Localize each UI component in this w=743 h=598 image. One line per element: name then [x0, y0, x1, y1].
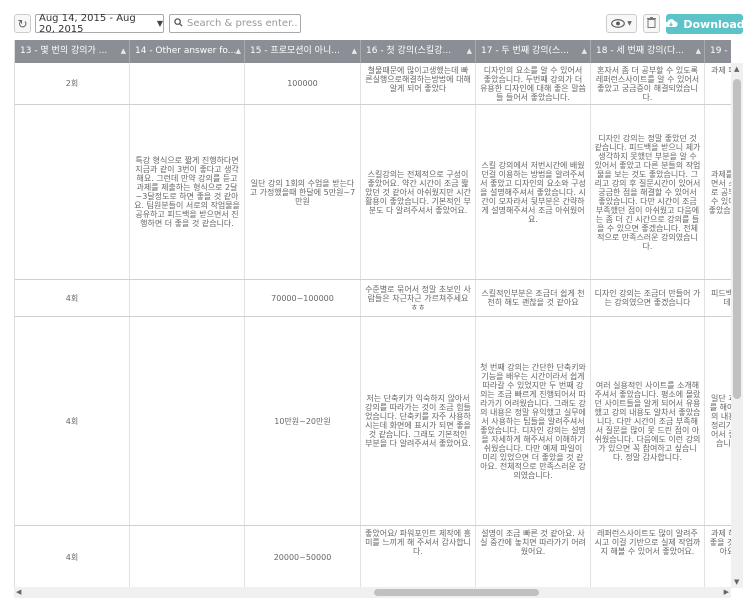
scroll-left-icon[interactable]: ◀	[16, 588, 21, 596]
table-row[interactable]: 특강 형식으로 짧게 진행하다면 지금과 같이 3번이 좋다고 생각해요. 그런…	[15, 105, 731, 280]
search-input[interactable]	[185, 18, 299, 29]
sort-icon: ▲	[581, 47, 587, 55]
table-row[interactable]: 4회 10만원~20만원 저는 단축키가 익숙하지 않아서 강의를 따라가는 것…	[15, 317, 731, 526]
refresh-icon: ↻	[17, 16, 28, 31]
cell-lecture-3: 혼자서 좀 더 공부할 수 있도록 레퍼런스사이트를 알 수 있어서 좋았고 궁…	[591, 63, 705, 104]
cell-lecture-2: 스킬 강의에서 저번시간에 배웠던걸 이용하는 방법을 알려주셔서 좋았고 디자…	[476, 105, 591, 279]
horizontal-scroll-thumb[interactable]	[374, 589, 539, 596]
cell-other-answer	[130, 63, 245, 104]
cell-price: 일단 강의 1회의 수업을 받는다고 가정했을때 한달에 5만원~7만원	[245, 105, 361, 279]
cell-sessions: 4회	[15, 526, 130, 588]
table-header: 13 - 몇 번의 강의가 ... ▲ 14 - Other answer fo.…	[15, 40, 731, 63]
cell-price: 100000	[245, 63, 361, 104]
cell-lecture-1: 철물때문에 많이고생했는데 빠른실행으로해결하는방법에 대해 알게 되어 좋았다	[361, 63, 476, 104]
cell-assignment: 피드백 은데	[705, 280, 731, 316]
sort-icon: ▲	[235, 47, 241, 55]
cell-lecture-2: 설명이 조금 빠른 것 같아요. 사실 중간에 놓치면 따라가기 어려웠어요.	[476, 526, 591, 588]
cell-price: 20000~50000	[245, 526, 361, 588]
cell-assignment: 과제 해도 좋을 것 같아요	[705, 526, 731, 588]
date-range-value: Aug 14, 2015 - Aug 20, 2015	[39, 12, 136, 35]
cell-assignment: 과제를 하면서 스스로 공부할 수 있어서 좋았습니다	[705, 105, 731, 279]
sort-icon: ▲	[695, 47, 701, 55]
cell-lecture-3: 여러 실용적인 사이트를 소개해 주셔서 좋았습니다. 평소에 몰랐던 사이트들…	[591, 317, 705, 525]
table-row[interactable]: 4회 20000~50000 좋았어요/ 파워포인트 제작에 흥미를 느끼게 해…	[15, 526, 731, 588]
sort-icon: ▲	[351, 47, 357, 55]
cell-assignment: 일단 과제를 해야 강의 내용이 정리가 되어서 좋았습니다	[705, 317, 731, 525]
cell-sessions	[15, 105, 130, 279]
delete-button[interactable]	[643, 14, 660, 33]
column-header-label: 18 - 세 번째 강의(다...	[596, 46, 684, 56]
column-header-label: 15 - 프로모션이 아니...	[250, 46, 340, 56]
cell-assignment: 과제 피드	[705, 63, 731, 104]
cell-lecture-3: 디자인 강의는 정말 좋았던 것 같습니다. 피드백을 받으니 제가 생각하지 …	[591, 105, 705, 279]
column-header-label: 17 - 두 번째 강의(스...	[481, 46, 569, 56]
cell-other-answer	[130, 317, 245, 525]
view-toggle-button[interactable]: ▼	[606, 14, 637, 33]
column-header-label: 19 - 과제...	[710, 46, 731, 56]
refresh-button[interactable]: ↻	[14, 14, 31, 33]
column-header[interactable]: 14 - Other answer fo... ▲	[130, 40, 245, 63]
cell-sessions: 2회	[15, 63, 130, 104]
vertical-scroll-thumb[interactable]	[733, 79, 741, 399]
download-button[interactable]: Download	[664, 14, 743, 34]
cell-price: 70000~100000	[245, 280, 361, 316]
cell-other-answer	[130, 280, 245, 316]
column-header[interactable]: 15 - 프로모션이 아니... ▲	[245, 40, 361, 63]
sort-icon: ▲	[120, 47, 126, 55]
chevron-down-icon: ▼	[627, 20, 632, 27]
cell-lecture-1: 좋았어요/ 파워포인트 제작에 흥미를 느끼게 해 주셔서 감사합니다.	[361, 526, 476, 588]
responses-table: 13 - 몇 번의 강의가 ... ▲ 14 - Other answer fo.…	[14, 40, 731, 588]
horizontal-scrollbar[interactable]: ◀ ▶	[14, 587, 731, 598]
vertical-scrollbar[interactable]: ▲ ▼	[731, 63, 743, 588]
cloud-download-icon	[664, 18, 678, 31]
scroll-right-icon[interactable]: ▶	[724, 588, 729, 596]
chevron-down-icon: ▼	[156, 19, 163, 28]
cell-lecture-3: 디자인 강의는 조금더 만들어 가는 강의였으면 좋겠습니다	[591, 280, 705, 316]
cell-sessions: 4회	[15, 317, 130, 525]
column-header[interactable]: 18 - 세 번째 강의(다... ▲	[591, 40, 705, 63]
cell-sessions: 4회	[15, 280, 130, 316]
date-range-picker[interactable]: Aug 14, 2015 - Aug 20, 2015 ▼	[35, 12, 164, 35]
cell-price: 10만원~20만원	[245, 317, 361, 525]
column-header-label: 14 - Other answer fo...	[135, 46, 237, 56]
cell-other-answer: 특강 형식으로 짧게 진행하다면 지금과 같이 3번이 좋다고 생각해요. 그런…	[130, 105, 245, 279]
column-header-label: 13 - 몇 번의 강의가 ...	[20, 46, 108, 56]
cell-lecture-2: 첫 번째 강의는 간단한 단축키와 기능을 배우는 시간이라서 쉽게 따라갈 수…	[476, 317, 591, 525]
column-header[interactable]: 13 - 몇 번의 강의가 ... ▲	[15, 40, 130, 63]
scroll-down-icon[interactable]: ▼	[734, 578, 739, 586]
search-box[interactable]	[169, 14, 301, 33]
cell-lecture-2: 스킬적인부분은 조금더 쉽게 천천히 해도 괜찮을 것 같아요	[476, 280, 591, 316]
trash-icon	[647, 16, 656, 31]
sort-icon: ▲	[466, 47, 472, 55]
cell-lecture-3: 레퍼런스사이트도 많이 알려주시고 이걸 기반으로 실제 작업까지 해볼 수 있…	[591, 526, 705, 588]
cell-lecture-1: 저는 단축키가 익숙하지 않아서 강의를 따라가는 것이 조금 힘들었습니다. …	[361, 317, 476, 525]
search-icon	[170, 17, 185, 30]
column-header[interactable]: 16 - 첫 강의(스킬강... ▲	[361, 40, 476, 63]
table-row[interactable]: 2회 100000 철물때문에 많이고생했는데 빠른실행으로해결하는방법에 대해…	[15, 63, 731, 105]
scroll-up-icon[interactable]: ▲	[734, 65, 739, 73]
toolbar: ↻ Aug 14, 2015 - Aug 20, 2015 ▼ ▼ Downlo…	[0, 0, 743, 36]
column-header[interactable]: 17 - 두 번째 강의(스... ▲	[476, 40, 591, 63]
table-row[interactable]: 4회 70000~100000 수준별로 묶어서 정말 초보인 사람들은 차근차…	[15, 280, 731, 317]
cell-lecture-2: 디자인의 요소를 알 수 있어서 좋았습니다. 두번째 강의가 더 유용한 디자…	[476, 63, 591, 104]
cell-other-answer	[130, 526, 245, 588]
column-header[interactable]: 19 - 과제...	[705, 40, 731, 63]
column-header-label: 16 - 첫 강의(스킬강...	[366, 46, 452, 56]
eye-icon	[611, 17, 626, 31]
download-label: Download	[683, 17, 743, 31]
cell-lecture-1: 스킬강의는 전체적으로 구성이 좋았어요. 약간 시간이 조금 짧았던 것 같아…	[361, 105, 476, 279]
cell-lecture-1: 수준별로 묶어서 정말 초보인 사람들은 차근차근 가르쳐주세요 ㅎㅎ	[361, 280, 476, 316]
